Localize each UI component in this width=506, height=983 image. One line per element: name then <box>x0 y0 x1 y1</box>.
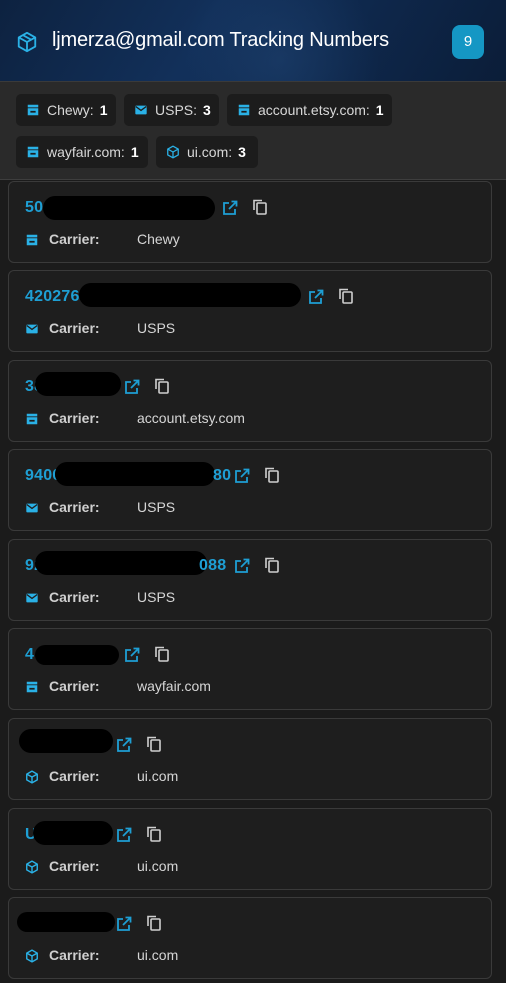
open-external-icon[interactable] <box>115 915 133 933</box>
store-icon <box>26 681 38 693</box>
redaction-mark <box>17 912 115 932</box>
tracking-number-link[interactable]: 420276 <box>25 288 80 306</box>
package-icon <box>26 860 38 874</box>
store-icon <box>27 146 39 158</box>
open-external-icon[interactable] <box>233 467 251 485</box>
summary-chip-count: 1 <box>130 144 139 160</box>
copy-icon[interactable] <box>145 914 163 932</box>
open-external-icon[interactable] <box>307 288 325 306</box>
mail-icon <box>135 105 147 115</box>
tracking-number-link[interactable]: 4 <box>25 646 34 664</box>
redaction-mark <box>55 462 215 486</box>
page-title: ljmerza@gmail.com Tracking Numbers <box>52 29 389 51</box>
carrier-value: USPS <box>137 320 176 336</box>
carrier-value: Chewy <box>137 231 180 247</box>
package-icon <box>167 145 179 159</box>
carrier-value: ui.com <box>137 858 179 874</box>
tracking-card: U Carrier: ui.com <box>8 808 492 890</box>
carrier-value: USPS <box>137 589 176 605</box>
open-external-icon[interactable] <box>221 199 239 217</box>
copy-icon[interactable] <box>337 287 355 305</box>
summary-chip-label: wayfair.com: <box>47 144 125 160</box>
tracking-card: Carrier: ui.com <box>8 718 492 800</box>
redaction-mark <box>35 551 207 575</box>
carrier-label: Carrier: <box>49 768 100 784</box>
mail-icon <box>26 503 38 513</box>
mail-icon <box>26 593 38 603</box>
tracking-number-row: 50 <box>25 196 43 220</box>
carrier-value: account.etsy.com <box>137 410 245 426</box>
open-external-icon[interactable] <box>123 378 141 396</box>
carrier-label: Carrier: <box>49 499 100 515</box>
store-icon <box>238 104 250 116</box>
summary-chip-ui[interactable]: ui.com: 3 <box>156 136 258 168</box>
package-icon <box>17 31 37 53</box>
open-external-icon[interactable] <box>115 826 133 844</box>
carrier-value: ui.com <box>137 947 179 963</box>
tracking-card: 4 Carrier: wayfair.com <box>8 628 492 710</box>
carrier-value: ui.com <box>137 768 179 784</box>
tracking-number-row: 420276 <box>25 285 80 309</box>
carrier-label: Carrier: <box>49 231 100 247</box>
tracking-card: 420276 Carrier: USPS <box>8 270 492 352</box>
carrier-summary: Chewy: 1 USPS: 3 account.etsy.com: 1 way… <box>0 82 506 180</box>
tracking-card: 38 Carrier: account.etsy.com <box>8 360 492 442</box>
copy-icon[interactable] <box>153 645 171 663</box>
summary-chip-usps[interactable]: USPS: 3 <box>124 94 219 126</box>
package-icon <box>26 770 38 784</box>
tracking-number-row: 4 <box>25 643 34 667</box>
summary-chip-count: 3 <box>203 102 211 118</box>
package-icon <box>26 949 38 963</box>
store-icon <box>26 413 38 425</box>
tracking-number-suffix[interactable]: 80 <box>213 467 231 485</box>
tracking-card: 92 088 Carrier: USPS <box>8 539 492 621</box>
copy-icon[interactable] <box>263 466 281 484</box>
store-icon <box>26 234 38 246</box>
redaction-mark <box>35 645 119 665</box>
summary-chip-etsy[interactable]: account.etsy.com: 1 <box>227 94 392 126</box>
mail-icon <box>26 324 38 334</box>
redaction-mark <box>35 372 121 396</box>
carrier-label: Carrier: <box>49 589 100 605</box>
tracking-card: 50 Carrier: Chewy <box>8 181 492 263</box>
summary-chip-wayfair[interactable]: wayfair.com: 1 <box>16 136 148 168</box>
carrier-label: Carrier: <box>49 858 100 874</box>
redaction-mark <box>79 283 301 307</box>
copy-icon[interactable] <box>145 825 163 843</box>
copy-icon[interactable] <box>263 556 281 574</box>
redaction-mark <box>19 729 113 753</box>
total-count-badge: 9 <box>452 25 484 59</box>
tracking-number-link[interactable]: 50 <box>25 199 43 217</box>
carrier-value: USPS <box>137 499 176 515</box>
summary-chip-label: ui.com: <box>187 144 233 160</box>
open-external-icon[interactable] <box>115 736 133 754</box>
carrier-label: Carrier: <box>49 678 100 694</box>
copy-icon[interactable] <box>145 735 163 753</box>
open-external-icon[interactable] <box>123 646 141 664</box>
redaction-mark <box>43 196 215 220</box>
summary-chip-chewy[interactable]: Chewy: 1 <box>16 94 116 126</box>
tracking-number-suffix[interactable]: 088 <box>199 557 226 575</box>
summary-chip-count: 1 <box>99 102 108 118</box>
summary-chip-count: 3 <box>238 144 246 160</box>
open-external-icon[interactable] <box>233 557 251 575</box>
summary-chip-label: account.etsy.com: <box>258 102 370 118</box>
carrier-label: Carrier: <box>49 947 100 963</box>
carrier-label: Carrier: <box>49 410 100 426</box>
summary-chip-count: 1 <box>375 102 384 118</box>
copy-icon[interactable] <box>153 377 171 395</box>
app-header: ljmerza@gmail.com Tracking Numbers 9 <box>0 0 506 82</box>
summary-chip-label: Chewy: <box>47 102 94 118</box>
redaction-mark <box>33 821 113 845</box>
summary-chip-label: USPS: <box>155 102 198 118</box>
copy-icon[interactable] <box>251 198 269 216</box>
carrier-label: Carrier: <box>49 320 100 336</box>
tracking-card: 9400 80 Carrier: USPS <box>8 449 492 531</box>
tracking-card: Carrier: ui.com <box>8 897 492 979</box>
carrier-value: wayfair.com <box>137 678 211 694</box>
store-icon <box>27 104 39 116</box>
